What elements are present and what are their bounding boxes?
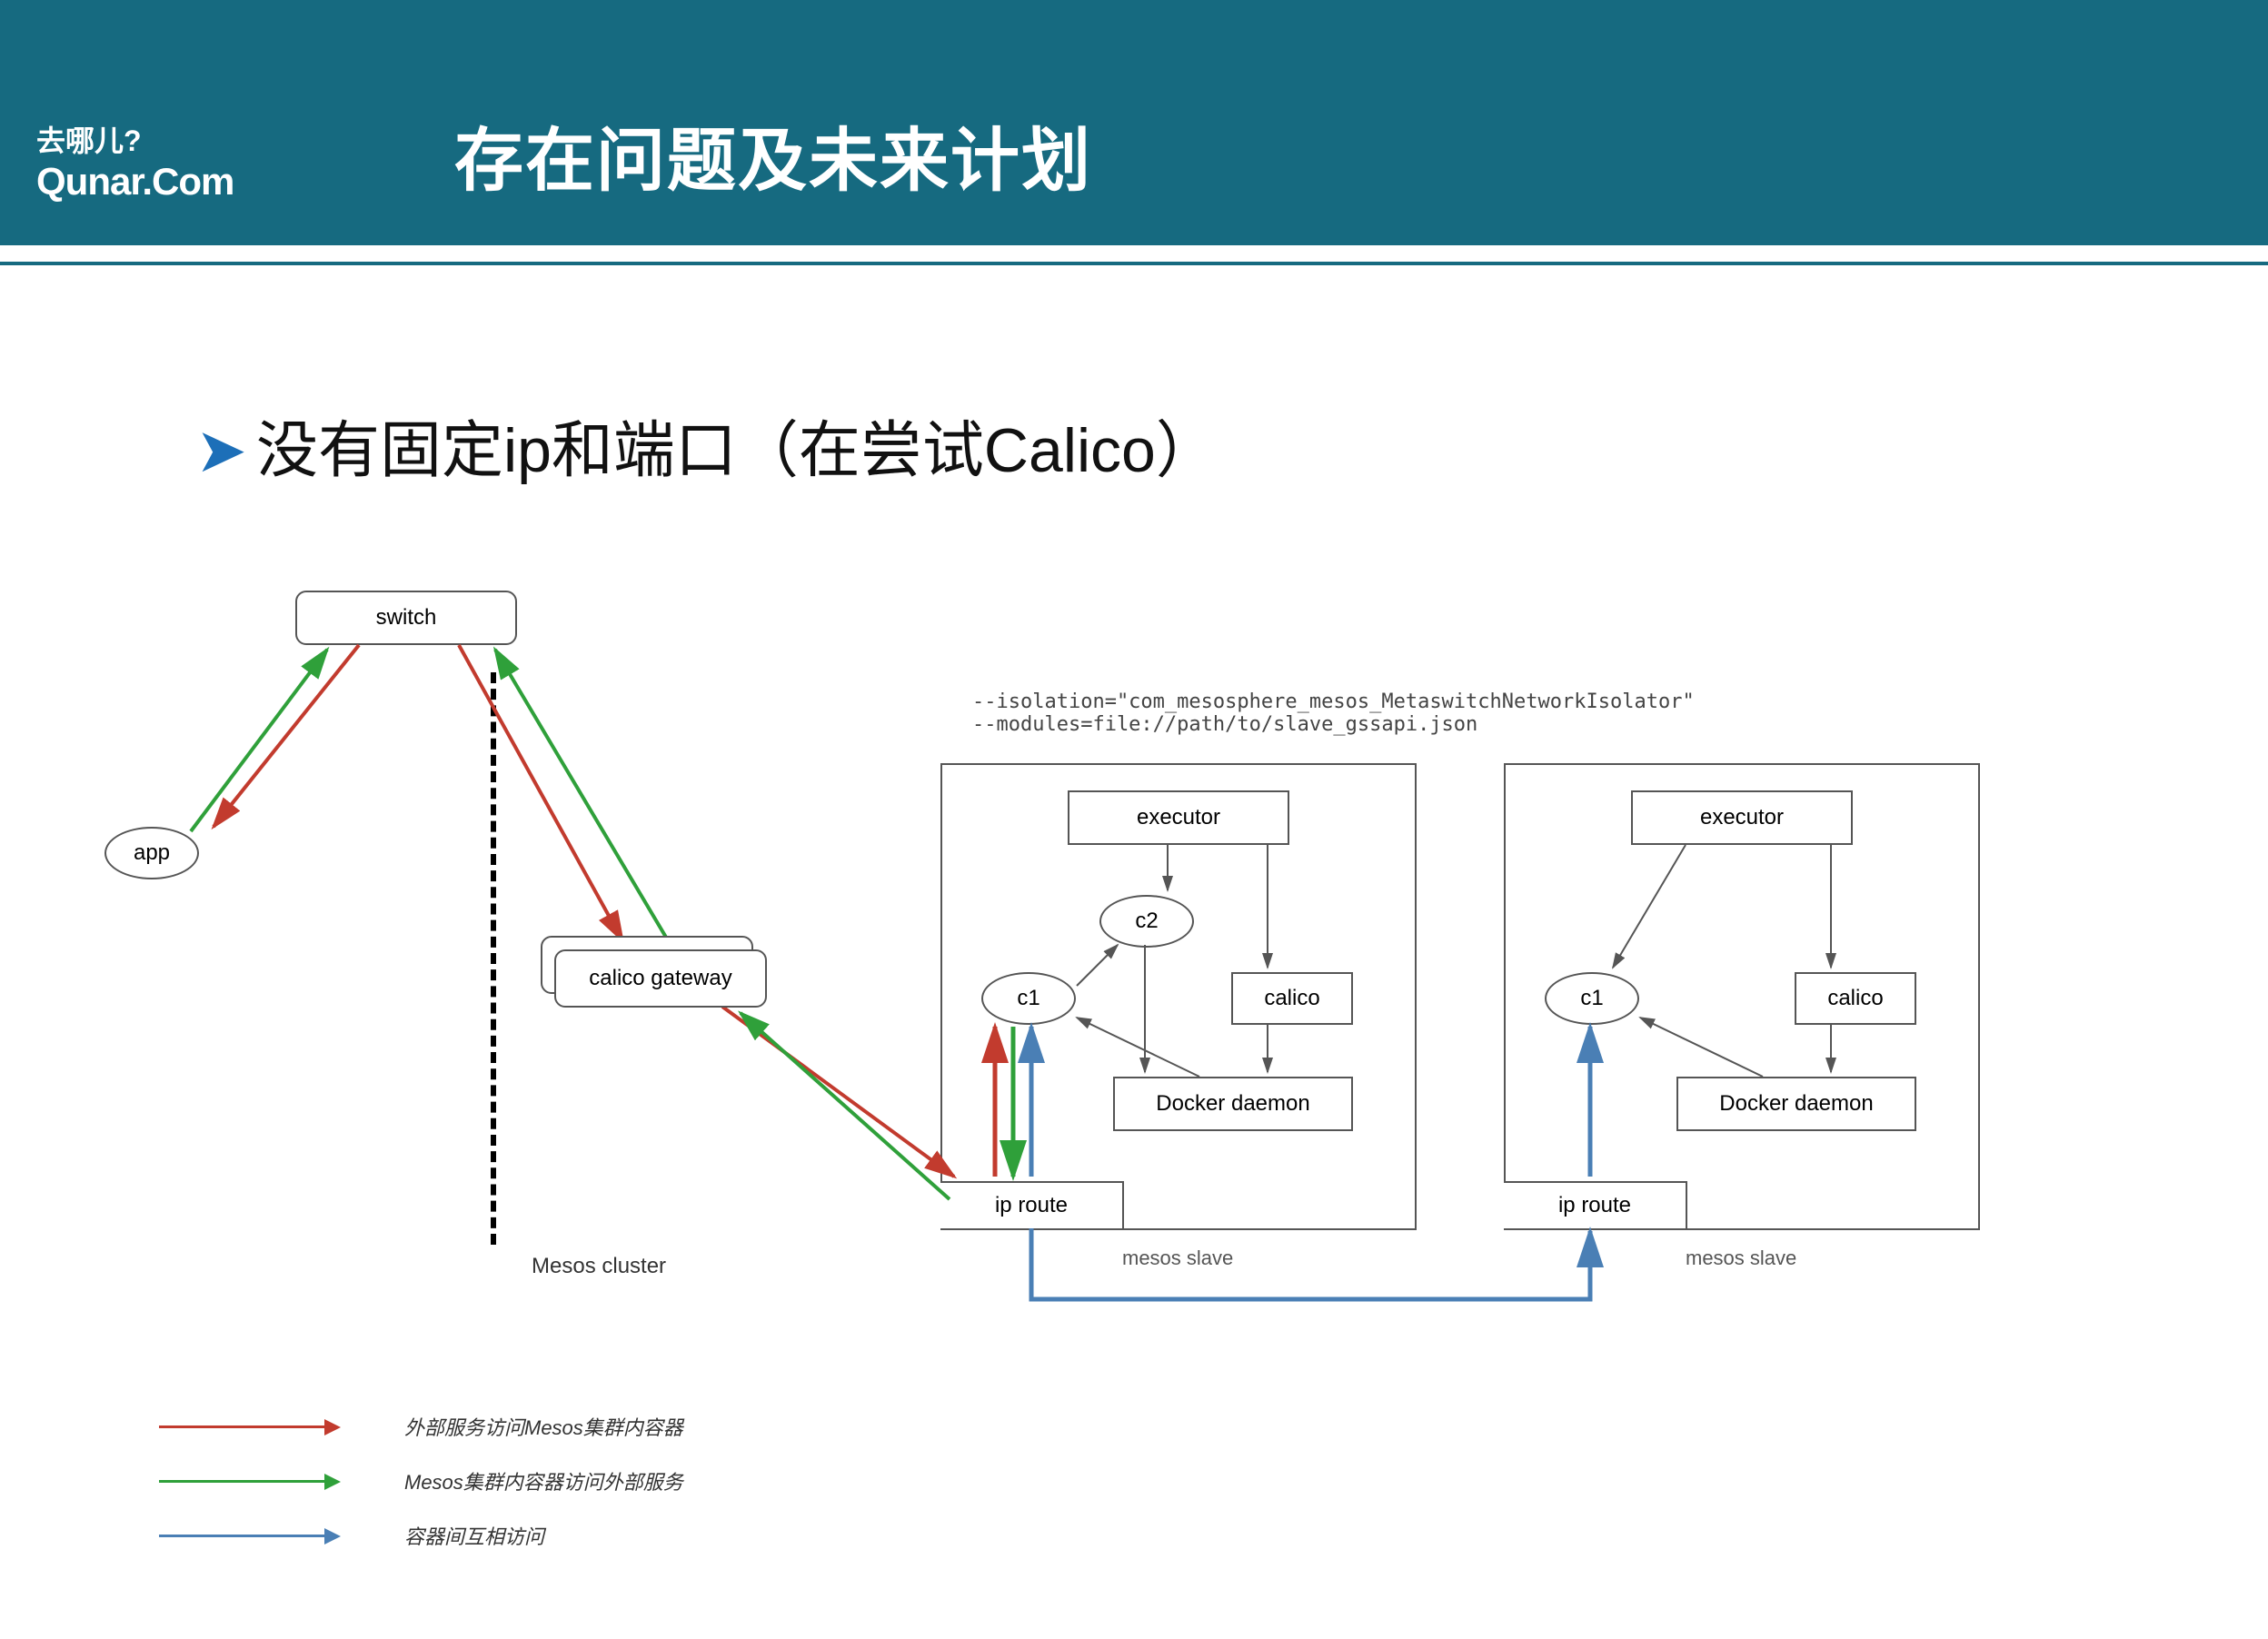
brand-logo: 去哪儿? Qunar.Com: [36, 118, 234, 204]
header-underline: [0, 262, 2268, 265]
slide-header: 去哪儿? Qunar.Com 存在问题及未来计划: [0, 0, 2268, 245]
brand-en: Qunar.Com: [36, 160, 234, 204]
node-calico-gateway: calico gateway: [554, 949, 767, 1008]
slide: 去哪儿? Qunar.Com 存在问题及未来计划 ➤没有固定ip和端口（在尝试C…: [0, 0, 2268, 1639]
diagram-arrows: [86, 581, 2085, 1399]
legend-row-blue: 容器间互相访问: [159, 1508, 683, 1563]
bullet-line: ➤没有固定ip和端口（在尝试Calico）: [195, 400, 1218, 490]
legend-row-green: Mesos集群内容器访问外部服务: [159, 1454, 683, 1508]
bullet-arrow-icon: ➤: [195, 416, 247, 485]
legend-text-green: Mesos集群内容器访问外部服务: [404, 1466, 683, 1495]
legend-text-blue: 容器间互相访问: [404, 1521, 544, 1550]
legend: 外部服务访问Mesos集群内容器 Mesos集群内容器访问外部服务 容器间互相访…: [159, 1399, 683, 1563]
bullet-text: 没有固定ip和端口（在尝试Calico）: [256, 416, 1218, 485]
architecture-diagram: switch app calico gateway Mesos cluster …: [86, 581, 2085, 1163]
slide-title: 存在问题及未来计划: [454, 104, 1092, 204]
brand-cn: 去哪儿?: [36, 118, 234, 160]
legend-row-red: 外部服务访问Mesos集群内容器: [159, 1399, 683, 1454]
legend-text-red: 外部服务访问Mesos集群内容器: [404, 1412, 683, 1441]
